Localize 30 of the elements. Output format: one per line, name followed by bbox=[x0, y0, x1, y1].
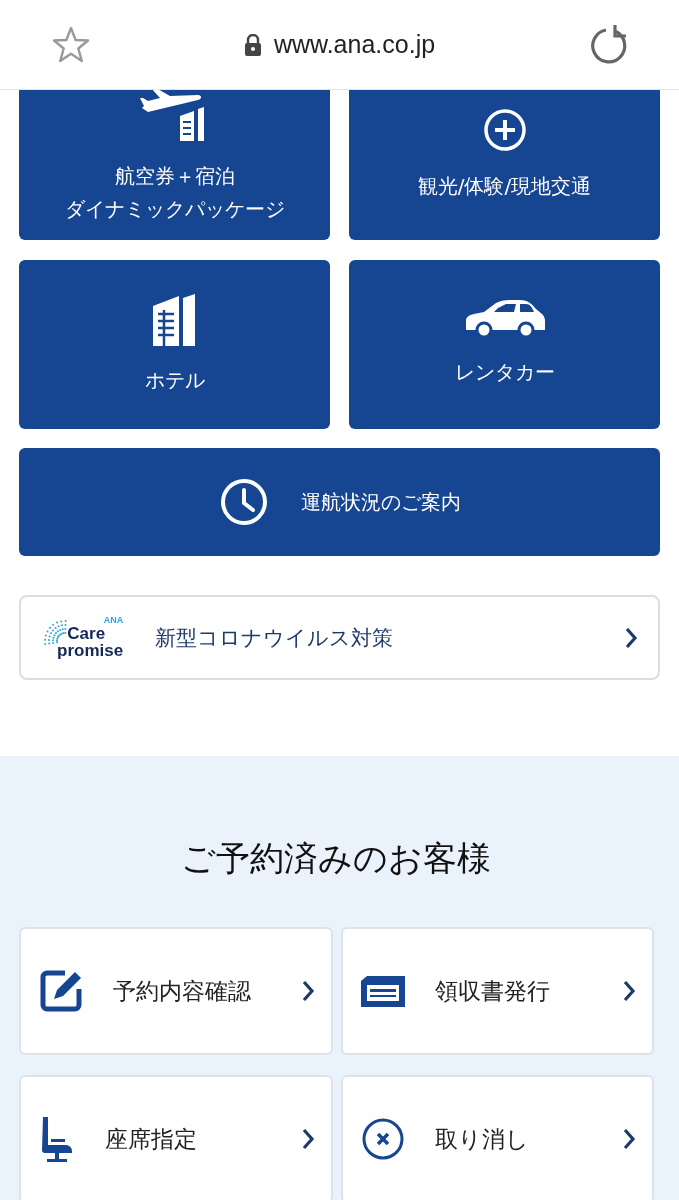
flight-status-button[interactable]: 運航状況のご案内 bbox=[19, 448, 660, 556]
ticket-icon bbox=[361, 975, 405, 1007]
care-promise-banner[interactable]: ANA Care promise 新型コロナウイルス対策 bbox=[19, 595, 660, 680]
service-tile[interactable]: ホテル bbox=[19, 260, 330, 429]
chevron-right-icon bbox=[301, 1127, 315, 1151]
service-tile[interactable]: レンタカー bbox=[349, 260, 660, 429]
plus-circle-icon bbox=[482, 108, 527, 152]
menu-card[interactable]: 取り消し bbox=[341, 1075, 654, 1200]
menu-card[interactable]: 座席指定 bbox=[19, 1075, 333, 1200]
care-promise-logo: ANA Care promise bbox=[41, 612, 135, 663]
chevron-right-icon bbox=[622, 1127, 636, 1151]
edit-icon bbox=[39, 969, 83, 1013]
menu-card[interactable]: 領収書発行 bbox=[341, 927, 654, 1055]
chevron-right-icon bbox=[301, 979, 315, 1003]
car-icon bbox=[463, 300, 546, 338]
banner-label: 新型コロナウイルス対策 bbox=[155, 624, 394, 652]
clock-icon bbox=[218, 477, 269, 527]
tile-label: ダイナミックパッケージ bbox=[64, 195, 285, 223]
service-tile[interactable]: 観光/体験/現地交通 bbox=[349, 90, 660, 240]
chevron-right-icon bbox=[622, 979, 636, 1003]
chevron-right-icon bbox=[624, 625, 638, 650]
menu-card[interactable]: 予約内容確認 bbox=[19, 927, 333, 1055]
url-text[interactable]: www.ana.co.jp bbox=[273, 30, 436, 59]
star-icon[interactable] bbox=[52, 25, 90, 64]
tile-label: 航空券＋宿泊 bbox=[114, 162, 235, 190]
seat-icon bbox=[39, 1115, 75, 1163]
reload-icon[interactable] bbox=[589, 24, 629, 65]
section-title: ご予約済みのお客様 bbox=[180, 837, 492, 880]
cancel-icon bbox=[361, 1117, 405, 1161]
service-tile[interactable]: 航空券＋宿泊 ダイナミックパッケージ bbox=[19, 90, 330, 240]
